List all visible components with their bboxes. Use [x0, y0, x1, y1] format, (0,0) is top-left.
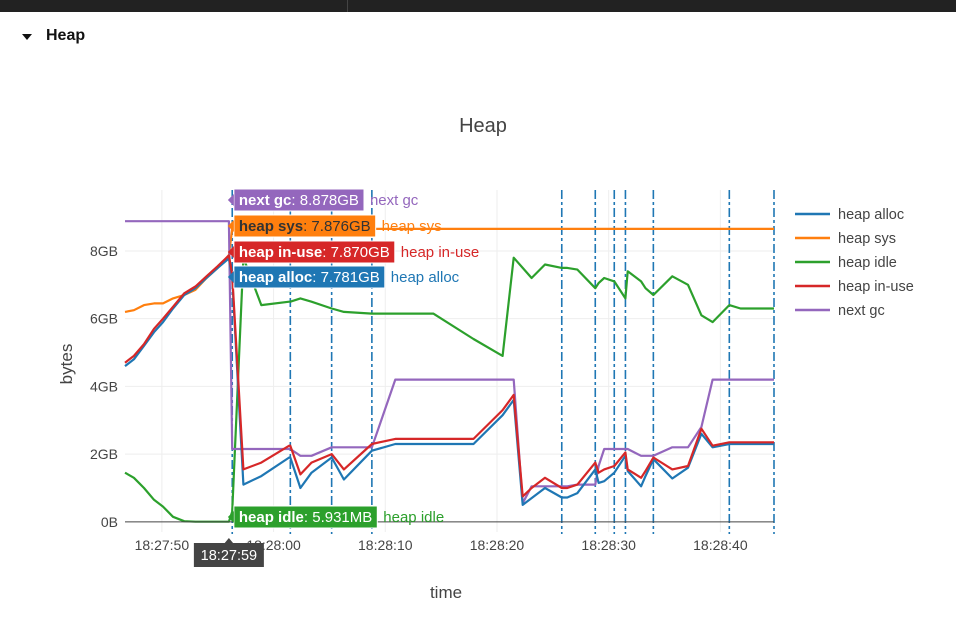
- x-tick-label: 18:28:20: [470, 537, 525, 553]
- legend-item[interactable]: heap idle: [795, 255, 897, 271]
- hover-label-pointer: [227, 194, 234, 206]
- hover-label-next-gc: next gc: 8.878GB next gc: [227, 188, 419, 212]
- hover-label-name: heap sys: [382, 218, 442, 235]
- hover-label-heap-alloc: heap alloc: 7.781GB heap alloc: [227, 265, 460, 289]
- y-tick-label: 6GB: [90, 311, 118, 327]
- hover-label-text: heap alloc: 7.781GB: [239, 269, 380, 286]
- legend-label: heap idle: [838, 255, 897, 271]
- x-tick-label: 18:28:40: [693, 537, 748, 553]
- legend-item[interactable]: heap in-use: [795, 279, 914, 295]
- legend-item[interactable]: heap sys: [795, 231, 896, 247]
- hover-label-heap-sys: heap sys: 7.876GB heap sys: [227, 214, 442, 238]
- hover-label-text: heap in-use: 7.870GB: [239, 244, 390, 261]
- y-tick-label: 0B: [101, 514, 118, 530]
- legend-label: heap sys: [838, 231, 896, 247]
- y-tick-label: 2GB: [90, 446, 118, 462]
- hover-label-text: heap sys: 7.876GB: [239, 218, 371, 235]
- legend-label: heap in-use: [838, 279, 914, 295]
- hover-label-text: heap idle: 5.931MB: [239, 509, 372, 526]
- legend-item[interactable]: heap alloc: [795, 207, 904, 223]
- hover-label-name: heap in-use: [401, 244, 479, 261]
- series-line-heap-idle: [124, 256, 774, 523]
- legend-label: next gc: [838, 303, 885, 319]
- hover-label-name: heap alloc: [391, 269, 460, 286]
- hover-label-name: next gc: [370, 192, 419, 209]
- hover-time-text: 18:27:59: [201, 548, 257, 564]
- chart-title: Heap: [459, 115, 507, 137]
- grid-layer: [125, 190, 774, 532]
- y-tick-label: 8GB: [90, 243, 118, 259]
- hover-label-text: next gc: 8.878GB: [239, 192, 359, 209]
- x-axis-title: time: [430, 583, 462, 602]
- series-lines: [124, 220, 774, 523]
- hover-label-heap-in-use: heap in-use: 7.870GB heap in-use: [227, 240, 479, 264]
- x-tick-label: 18:28:30: [581, 537, 636, 553]
- hover-label-heap-idle: heap idle: 5.931MB heap idle: [227, 505, 444, 529]
- y-tick-label: 4GB: [90, 378, 118, 394]
- legend[interactable]: heap alloc heap sys heap idle heap in-use ne…: [795, 207, 914, 319]
- hover-label-name: heap idle: [383, 509, 444, 526]
- y-axis-title: bytes: [57, 344, 76, 385]
- legend-item[interactable]: next gc: [795, 303, 885, 319]
- legend-label: heap alloc: [838, 207, 904, 223]
- x-tick-label: 18:28:10: [358, 537, 413, 553]
- x-tick-label: 18:27:50: [135, 537, 190, 553]
- series-line-heap-in-use: [124, 254, 774, 498]
- heap-chart[interactable]: Heap 0B2GB4GB6GB8GB18:27:50 18:28:00 18:28…: [0, 0, 956, 625]
